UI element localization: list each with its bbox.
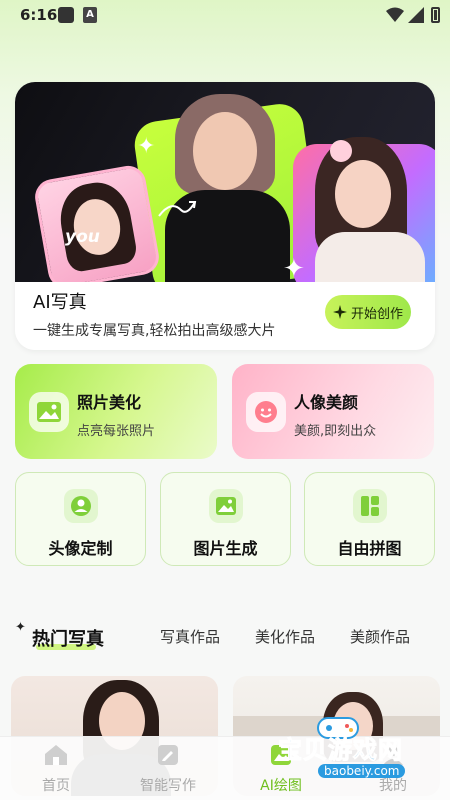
face-beauty-icon <box>246 392 286 432</box>
battery-icon <box>431 7 440 23</box>
tab-portrait-works[interactable]: 写真作品 <box>160 626 220 647</box>
status-time: 6:16 <box>20 6 58 24</box>
watermark: 宝贝游戏网 baobeiy.com <box>268 717 448 798</box>
photo-icon <box>29 392 69 432</box>
banner-you-text: you <box>65 227 100 247</box>
arrow-doodle-icon <box>158 201 197 217</box>
image-generate-tool[interactable]: 图片生成 <box>160 472 291 566</box>
banner-artwork: you ✦ ✦ <box>15 82 435 298</box>
banner-info: AI写真 一键生成专属写真,轻松拍出高级感大片 开始创作 <box>15 282 435 350</box>
portrait-beauty-card[interactable]: 人像美颜 美颜,即刻出众 <box>232 364 434 459</box>
hot-section-title: 热门写真 <box>32 629 104 650</box>
sparkle-icon: ✦ <box>283 254 305 284</box>
nav-smart-writing-label: 智能写作 <box>140 778 196 794</box>
banner-subtitle: 一键生成专属写真,轻松拍出高级感大片 <box>33 323 276 339</box>
right-portrait-dress <box>315 232 425 282</box>
watermark-text: 宝贝游戏网 <box>278 736 403 765</box>
avatar-custom-label: 头像定制 <box>48 539 113 558</box>
center-portrait-face <box>193 112 257 190</box>
signal-icon <box>408 7 424 23</box>
nav-smart-writing[interactable]: 智能写作 <box>123 743 213 795</box>
nav-home-label: 首页 <box>42 778 70 794</box>
tab-beauty-works[interactable]: 美颜作品 <box>350 626 410 647</box>
avatar-custom-tool[interactable]: 头像定制 <box>15 472 146 566</box>
right-portrait-face <box>335 160 391 228</box>
start-create-label: 开始创作 <box>350 306 403 322</box>
status-bar: 6:16 A <box>0 0 450 34</box>
notification-a-icon: A <box>83 7 97 23</box>
watermark-url: baobeiy.com <box>318 764 406 778</box>
ai-portrait-banner[interactable]: you ✦ ✦ AI写真 一键生成专属写真,轻松拍出高级感大片 开始创作 <box>15 82 435 350</box>
photo-beautify-title: 照片美化 <box>77 393 142 412</box>
portrait-beauty-subtitle: 美颜,即刻出众 <box>294 424 377 439</box>
free-collage-label: 自由拼图 <box>337 539 402 558</box>
notification-app-icon <box>58 7 74 23</box>
wifi-icon <box>386 7 404 22</box>
photo-beautify-subtitle: 点亮每张照片 <box>77 424 156 439</box>
sparkle-icon: ✦ <box>15 620 26 635</box>
image-generate-label: 图片生成 <box>193 539 258 558</box>
home-icon <box>45 745 67 765</box>
sparkle-icon <box>332 305 347 319</box>
collage-icon <box>353 489 387 523</box>
edit-icon <box>158 745 178 765</box>
tab-beautify-works[interactable]: 美化作品 <box>255 626 315 647</box>
free-collage-tool[interactable]: 自由拼图 <box>304 472 435 566</box>
banner-title: AI写真 <box>33 292 87 313</box>
start-create-button[interactable]: 开始创作 <box>325 295 411 329</box>
sparkle-icon: ✦ <box>137 134 156 159</box>
portrait-beauty-title: 人像美颜 <box>294 393 359 412</box>
flower-accessory-icon <box>330 140 352 162</box>
image-gen-icon <box>209 489 243 523</box>
nav-home[interactable]: 首页 <box>11 743 101 795</box>
avatar-icon <box>64 489 98 523</box>
photo-beautify-card[interactable]: 照片美化 点亮每张照片 <box>15 364 217 459</box>
